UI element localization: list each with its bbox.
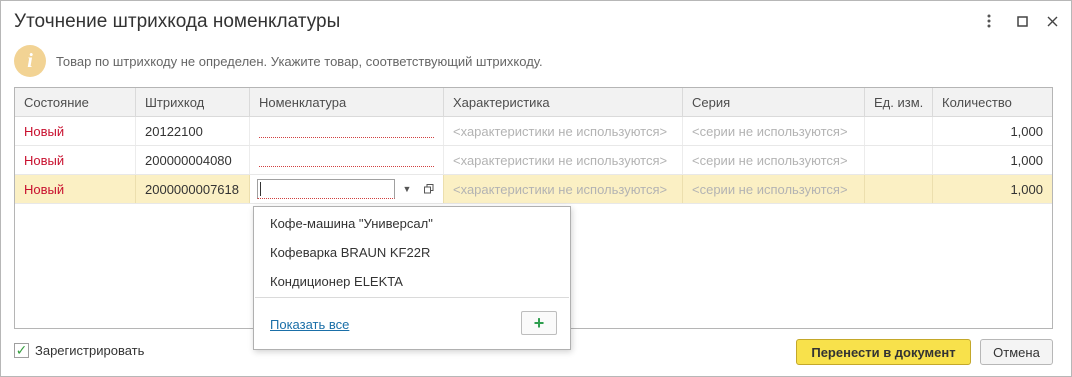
column-header-state[interactable]: Состояние (15, 88, 136, 116)
barcode-cell[interactable]: 20122100 (136, 117, 250, 145)
window-title: Уточнение штрихкода номенклатуры (14, 11, 341, 32)
register-checkbox[interactable]: ✓ (14, 342, 29, 358)
more-menu-icon[interactable] (979, 11, 999, 31)
column-header-characteristic[interactable]: Характеристика (444, 88, 683, 116)
dialog-window: Уточнение штрихкода номенклатуры i Товар… (0, 0, 1072, 377)
state-cell[interactable]: Новый (15, 117, 136, 145)
unit-cell[interactable] (865, 146, 933, 174)
text-caret (260, 182, 261, 196)
state-cell[interactable]: Новый (15, 146, 136, 174)
cancel-button[interactable]: Отмена (980, 339, 1053, 365)
dropdown-item[interactable]: Кофе-машина "Универсал" (270, 216, 433, 231)
dropdown-item[interactable]: Кофеварка BRAUN KF22R (270, 245, 430, 260)
quantity-cell[interactable]: 1,000 (933, 146, 1052, 174)
info-icon: i (14, 45, 46, 77)
open-item-icon[interactable] (419, 179, 439, 199)
maximize-icon[interactable] (1012, 11, 1032, 31)
column-header-quantity[interactable]: Количество (933, 88, 1052, 116)
characteristic-cell[interactable]: <характеристики не используются> (444, 146, 683, 174)
nomenclature-editor: ▼ (250, 175, 444, 203)
register-checkbox-row[interactable]: ✓ Зарегистрировать (14, 342, 144, 358)
state-cell[interactable]: Новый (15, 175, 136, 203)
transfer-to-document-button[interactable]: Перенести в документ (796, 339, 971, 365)
register-checkbox-label[interactable]: Зарегистрировать (35, 343, 144, 358)
barcode-cell[interactable]: 2000000007618 (136, 175, 250, 203)
show-all-link[interactable]: Показать все (270, 317, 349, 332)
plus-icon: + (533, 312, 545, 333)
dropdown-divider (255, 297, 569, 298)
nomenclature-dropdown: Кофе-машина "Универсал" Кофеварка BRAUN … (253, 206, 571, 350)
dropdown-arrow-icon[interactable]: ▼ (397, 179, 417, 199)
column-header-unit[interactable]: Ед. изм. (865, 88, 933, 116)
series-cell[interactable]: <серии не используются> (683, 175, 865, 203)
unit-cell[interactable] (865, 175, 933, 203)
series-cell[interactable]: <серии не используются> (683, 117, 865, 145)
nomenclature-cell[interactable] (250, 117, 444, 145)
table-row[interactable]: Новый 200000004080 <характеристики не ис… (15, 146, 1052, 175)
characteristic-cell[interactable]: <характеристики не используются> (444, 117, 683, 145)
add-new-button[interactable]: + (521, 311, 557, 335)
nomenclature-input[interactable] (257, 179, 395, 199)
nomenclature-cell[interactable] (250, 146, 444, 174)
dropdown-item[interactable]: Кондиционер ELEKTA (270, 274, 403, 289)
barcode-cell[interactable]: 200000004080 (136, 146, 250, 174)
quantity-cell[interactable]: 1,000 (933, 117, 1052, 145)
table-row[interactable]: Новый 20122100 <характеристики не исполь… (15, 117, 1052, 146)
column-header-series[interactable]: Серия (683, 88, 865, 116)
close-icon[interactable] (1042, 11, 1062, 31)
unit-cell[interactable] (865, 117, 933, 145)
series-cell[interactable]: <серии не используются> (683, 146, 865, 174)
info-message: i Товар по штрихкоду не определен. Укажи… (14, 45, 543, 77)
table-header: Состояние Штрихкод Номенклатура Характер… (15, 88, 1052, 117)
column-header-nomenclature[interactable]: Номенклатура (250, 88, 444, 116)
characteristic-cell[interactable]: <характеристики не используются> (444, 175, 683, 203)
table-row-selected[interactable]: Новый 2000000007618 ▼ <характеристики не… (15, 175, 1052, 204)
quantity-cell[interactable]: 1,000 (933, 175, 1052, 203)
info-text: Товар по штрихкоду не определен. Укажите… (56, 53, 543, 69)
column-header-barcode[interactable]: Штрихкод (136, 88, 250, 116)
